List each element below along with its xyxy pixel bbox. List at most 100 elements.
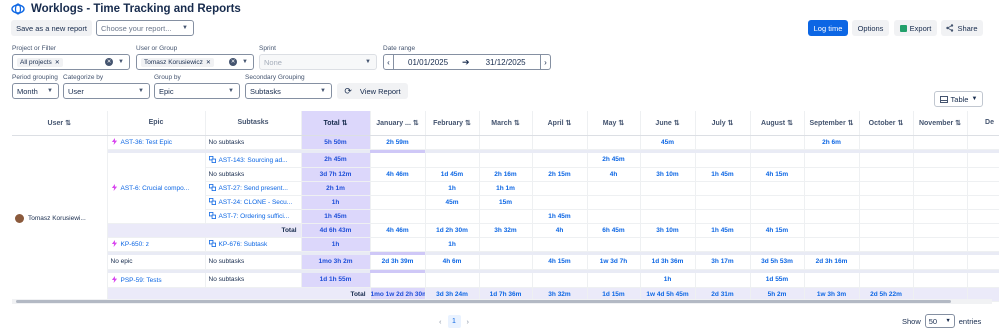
table-row: KP-650: z KP-676: Subtask 1h 1h <box>12 237 999 252</box>
col-header-subtasks[interactable]: Subtasks <box>205 111 302 136</box>
subtask-link[interactable]: AST-27: Send present... <box>205 181 302 196</box>
prev-period-icon[interactable]: ‹ <box>384 55 394 69</box>
epic-link[interactable]: AST-36: Test Epic <box>107 135 206 150</box>
save-report-button[interactable]: Save as a new report <box>11 20 92 36</box>
chevron-down-icon: ▼ <box>228 88 234 94</box>
epic-link[interactable]: PSP-59: Tests <box>107 273 206 288</box>
app-header: Worklogs - Time Tracking and Reports <box>0 0 999 18</box>
table-row: No epic No subtasks 1mo 3h 2m 2d 3h 39m 4h 6… <box>12 255 999 270</box>
time-cell <box>804 167 860 182</box>
chevron-down-icon: ▼ <box>182 25 188 31</box>
tag-remove-icon[interactable]: ✕ <box>206 59 211 66</box>
pagination: ‹ 1 › <box>439 314 469 328</box>
chevron-down-icon: ▼ <box>138 88 144 94</box>
entries-value: 50 <box>928 316 938 326</box>
subtask-link[interactable]: KP-676: Subtask <box>205 237 302 252</box>
next-page-icon[interactable]: › <box>467 317 470 326</box>
total-cell: 5h 50m <box>301 135 371 150</box>
date-to[interactable]: 31/12/2025 <box>486 58 526 67</box>
time-cell <box>695 181 751 196</box>
tag-remove-icon[interactable]: ✕ <box>55 59 60 66</box>
group-by-value: Epic <box>159 86 174 96</box>
col-header-july[interactable]: July ⇅ <box>695 111 751 136</box>
epic-link[interactable]: AST-6: Crucial compo... <box>107 153 206 224</box>
sprint-select[interactable]: None ▼ <box>259 54 377 70</box>
epic-link[interactable]: KP-650: z <box>107 237 206 252</box>
export-label: Export <box>909 23 932 33</box>
subtask-link[interactable]: AST-143: Sourcing ad... <box>205 153 302 168</box>
time-cell <box>695 273 751 288</box>
col-header-march[interactable]: March ⇅ <box>479 111 533 136</box>
table-row: PSP-59: Tests No subtasks 1d 1h 55m 1h 1d 55… <box>12 273 999 288</box>
chevron-down-icon: ▼ <box>365 59 371 65</box>
time-cell: 4h <box>587 167 641 182</box>
col-header-august[interactable]: August ⇅ <box>750 111 805 136</box>
total-cell: 1h <box>301 237 371 252</box>
options-button[interactable]: Options <box>852 20 889 36</box>
clear-icon[interactable]: ✕ <box>229 58 237 66</box>
time-cell <box>967 237 999 252</box>
show-label: Show <box>902 316 921 326</box>
time-cell <box>370 153 426 168</box>
time-cell <box>804 273 860 288</box>
col-header-october[interactable]: October ⇅ <box>859 111 914 136</box>
scrollbar-thumb[interactable] <box>16 300 951 303</box>
export-button[interactable]: Export <box>894 20 937 36</box>
sheet-icon <box>899 24 907 32</box>
date-from[interactable]: 01/01/2025 <box>408 58 448 67</box>
time-cell: 15m <box>479 195 533 210</box>
col-header-epic[interactable]: Epic <box>107 111 206 136</box>
subtask-link[interactable]: AST-24: CLONE - Secu... <box>205 195 302 210</box>
time-cell <box>587 237 641 252</box>
choose-report-placeholder: Choose your report... <box>101 23 172 33</box>
clear-icon[interactable]: ✕ <box>105 58 113 66</box>
time-cell: 1d 3h 36m <box>640 255 696 270</box>
time-cell <box>859 181 914 196</box>
project-filter-select[interactable]: All projects ✕ ✕ ▼ <box>12 54 130 70</box>
time-cell: 2h 6m <box>804 135 860 150</box>
page-button[interactable]: 1 <box>447 314 461 328</box>
date-range-picker[interactable]: ‹ 01/01/2025 ➔ 31/12/2025 › <box>383 54 551 70</box>
time-cell <box>967 223 999 238</box>
entries-select[interactable]: 50 ▼ <box>924 314 955 328</box>
secondary-grouping-select[interactable]: Subtasks ▼ <box>245 83 332 99</box>
time-cell <box>859 273 914 288</box>
time-cell <box>640 209 696 224</box>
col-header-september[interactable]: September ⇅ <box>804 111 860 136</box>
col-header-june[interactable]: June ⇅ <box>640 111 696 136</box>
col-header-february[interactable]: February ⇅ <box>425 111 480 136</box>
time-cell: 3h 17m <box>695 255 751 270</box>
share-button[interactable]: Share <box>941 20 983 36</box>
time-cell <box>479 135 533 150</box>
col-header-december[interactable]: De <box>967 111 999 136</box>
next-period-icon[interactable]: › <box>540 55 550 69</box>
log-time-button[interactable]: Log time <box>808 20 848 36</box>
col-header-november[interactable]: November ⇅ <box>913 111 968 136</box>
time-cell: 1h <box>640 273 696 288</box>
time-cell: 4h 15m <box>750 167 805 182</box>
col-header-user[interactable]: User ⇅ <box>12 111 108 136</box>
time-cell: 2h 16m <box>479 167 533 182</box>
col-header-total[interactable]: Total ⇅ <box>301 111 371 136</box>
col-header-april[interactable]: April ⇅ <box>532 111 588 136</box>
subtask-link[interactable]: AST-7: Ordering suffici... <box>205 209 302 224</box>
col-header-january[interactable]: January ... ⇅ <box>370 111 426 136</box>
group-by-select[interactable]: Epic ▼ <box>154 83 240 99</box>
categorize-value: User <box>68 86 84 96</box>
categorize-select[interactable]: User ▼ <box>63 83 150 99</box>
choose-report-select[interactable]: Choose your report... ▼ <box>96 20 194 36</box>
prev-page-icon[interactable]: ‹ <box>439 317 442 326</box>
subtask-cell: No subtasks <box>205 273 302 288</box>
user-cell: Tomasz Korusiewi... <box>12 135 108 302</box>
view-mode-select[interactable]: Table ▼ <box>934 91 983 107</box>
view-report-button[interactable]: ⟳ View Report <box>337 83 408 99</box>
period-grouping-select[interactable]: Month ▼ <box>12 83 59 99</box>
horizontal-scrollbar[interactable] <box>12 299 992 304</box>
user-filter-select[interactable]: Tomasz Korusiewicz ✕ ✕ ▼ <box>136 54 254 70</box>
time-cell <box>913 209 968 224</box>
epic-icon <box>111 240 117 247</box>
subtask-icon <box>208 184 216 191</box>
time-cell: 1d 2h 30m <box>425 223 480 238</box>
col-header-may[interactable]: May ⇅ <box>587 111 641 136</box>
epic-icon <box>111 183 117 191</box>
